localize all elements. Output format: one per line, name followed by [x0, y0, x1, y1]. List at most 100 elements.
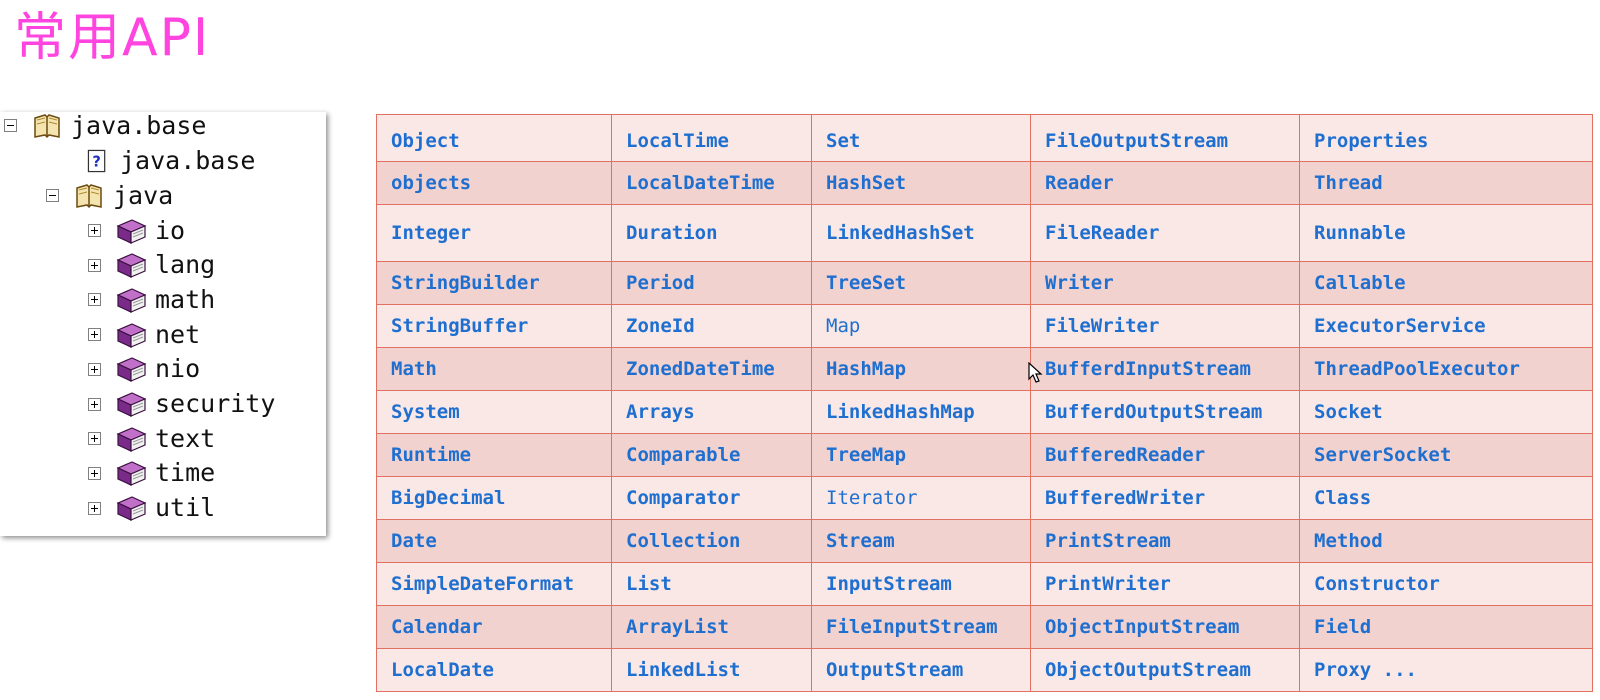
tree-node-package-lang[interactable]: lang: [88, 248, 215, 283]
tree-node-package-math[interactable]: math: [88, 282, 215, 317]
api-class-cell: Runnable: [1299, 204, 1593, 262]
api-class-cell: BufferedWriter: [1030, 476, 1300, 520]
expand-icon[interactable]: [88, 501, 101, 515]
tree-node-package-nio[interactable]: nio: [88, 352, 200, 387]
table-row: Integer Duration LinkedHashSet FileReader Ru…: [376, 204, 1593, 262]
api-class-cell: List: [611, 562, 812, 606]
api-class-cell: Calendar: [376, 605, 612, 649]
api-class-cell: ObjectInputStream: [1030, 605, 1300, 649]
table-row: Date Collection Stream PrintStream Method: [376, 519, 1593, 563]
api-class-cell: PrintStream: [1030, 519, 1300, 563]
tree-node-package-io[interactable]: io: [88, 213, 185, 248]
expand-icon[interactable]: [88, 328, 101, 342]
package-book-icon: [116, 253, 147, 279]
collapse-icon[interactable]: [4, 119, 17, 132]
tree-label-package: lang: [155, 250, 216, 280]
expand-icon[interactable]: [88, 258, 101, 272]
tree-node-package-text[interactable]: text: [88, 421, 215, 456]
table-row: objects LocalDateTime HashSet Reader Thread: [376, 161, 1593, 205]
table-row: Calendar ArrayList FileInputStream ObjectIn…: [376, 605, 1593, 649]
api-class-cell: StringBuffer: [376, 304, 612, 348]
api-class-cell: InputStream: [811, 562, 1031, 606]
expand-icon[interactable]: [88, 224, 101, 237]
api-class-cell: Set: [811, 114, 1031, 162]
api-class-cell: Object: [376, 114, 612, 162]
api-class-cell: LinkedHashMap: [811, 390, 1031, 434]
api-class-cell: Runtime: [376, 433, 612, 477]
api-class-cell: ZoneId: [611, 304, 812, 348]
api-class-cell: Constructor: [1299, 562, 1593, 606]
api-class-cell: HashSet: [811, 161, 1031, 205]
api-class-cell: Socket: [1299, 390, 1593, 434]
api-class-cell: Field: [1299, 605, 1593, 649]
tree-node-java[interactable]: java: [46, 178, 173, 213]
api-class-cell: OutputStream: [811, 648, 1031, 692]
api-class-cell: Reader: [1030, 161, 1300, 205]
api-class-cell: Comparator: [611, 476, 812, 520]
api-class-cell: ZonedDateTime: [611, 347, 812, 391]
tree-label-module-info: java.base: [120, 145, 256, 175]
api-class-cell: FileInputStream: [811, 605, 1031, 649]
open-module-icon: [76, 183, 102, 208]
tree-label-package: util: [155, 493, 216, 523]
table-row: StringBuilder Period TreeSet Writer Callable: [376, 261, 1593, 305]
api-class-cell: FileOutputStream: [1030, 114, 1300, 162]
api-class-cell: LocalTime: [611, 114, 812, 162]
api-class-cell: Stream: [811, 519, 1031, 563]
tree-node-module-info[interactable]: ? java.base: [86, 143, 255, 178]
api-class-cell: objects: [376, 161, 612, 205]
table-row: Object LocalTime Set FileOutputStream Proper…: [376, 114, 1593, 162]
api-class-cell: Comparable: [611, 433, 812, 477]
api-class-cell: Proxy ...: [1299, 648, 1593, 692]
tree-node-package-net[interactable]: net: [88, 317, 200, 352]
package-book-icon: [116, 357, 147, 383]
expand-icon[interactable]: [88, 293, 101, 307]
mouse-pointer-icon: [1028, 362, 1043, 383]
table-row: Runtime Comparable TreeMap BufferedReader Se…: [376, 433, 1593, 477]
tree-node-package-time[interactable]: time: [88, 456, 215, 491]
tree-label-java-base: java.base: [71, 112, 207, 140]
tree-label-java: java: [113, 180, 174, 210]
api-class-cell: HashMap: [811, 347, 1031, 391]
package-book-icon: [116, 288, 147, 313]
api-class-cell: TreeSet: [811, 261, 1031, 305]
api-class-cell: LinkedList: [611, 648, 812, 692]
api-class-cell: Math: [376, 347, 612, 391]
tree-node-package-security[interactable]: security: [88, 387, 275, 422]
tree-label-package: time: [155, 458, 216, 488]
api-class-cell: LocalDate: [376, 648, 612, 692]
tree-label-package: security: [155, 389, 276, 418]
api-class-cell: Class: [1299, 476, 1593, 520]
open-module-icon: [34, 113, 60, 138]
api-class-cell: ExecutorService: [1299, 304, 1593, 348]
api-class-cell: LocalDateTime: [611, 161, 812, 205]
table-row: Math ZonedDateTime HashMap BufferdInputStre…: [376, 347, 1593, 391]
expand-icon[interactable]: [88, 397, 101, 411]
api-class-cell: TreeMap: [811, 433, 1031, 477]
api-class-cell: Writer: [1030, 261, 1300, 305]
api-class-cell: BigDecimal: [376, 476, 612, 520]
api-class-cell: Date: [376, 519, 612, 563]
api-class-cell: FileWriter: [1030, 304, 1300, 348]
expand-icon[interactable]: [88, 466, 101, 480]
api-class-table: Object LocalTime Set FileOutputStream Proper…: [376, 114, 1593, 692]
tree-node-java-base-module[interactable]: java.base: [4, 112, 206, 143]
api-class-cell: ThreadPoolExecutor: [1299, 347, 1593, 391]
api-class-cell: Callable: [1299, 261, 1593, 305]
api-class-cell: SimpleDateFormat: [376, 562, 612, 606]
api-class-cell: Period: [611, 261, 812, 305]
package-book-icon: [116, 496, 147, 522]
package-tree: java.base ? java.base java io lang math net…: [0, 112, 326, 536]
api-class-cell: ServerSocket: [1299, 433, 1593, 477]
tree-node-package-util[interactable]: util: [88, 491, 215, 526]
expand-icon[interactable]: [88, 432, 101, 446]
api-class-cell: BufferdInputStream: [1030, 347, 1300, 391]
expand-icon[interactable]: [88, 362, 101, 376]
api-class-cell: Collection: [611, 519, 812, 563]
collapse-icon[interactable]: [46, 189, 59, 202]
api-class-cell: FileReader: [1030, 204, 1300, 262]
table-row: System Arrays LinkedHashMap BufferdOutputSt…: [376, 390, 1593, 434]
api-class-cell: System: [376, 390, 612, 434]
api-class-cell: Map: [811, 304, 1031, 348]
table-row: SimpleDateFormat List InputStream PrintWrit…: [376, 562, 1593, 606]
